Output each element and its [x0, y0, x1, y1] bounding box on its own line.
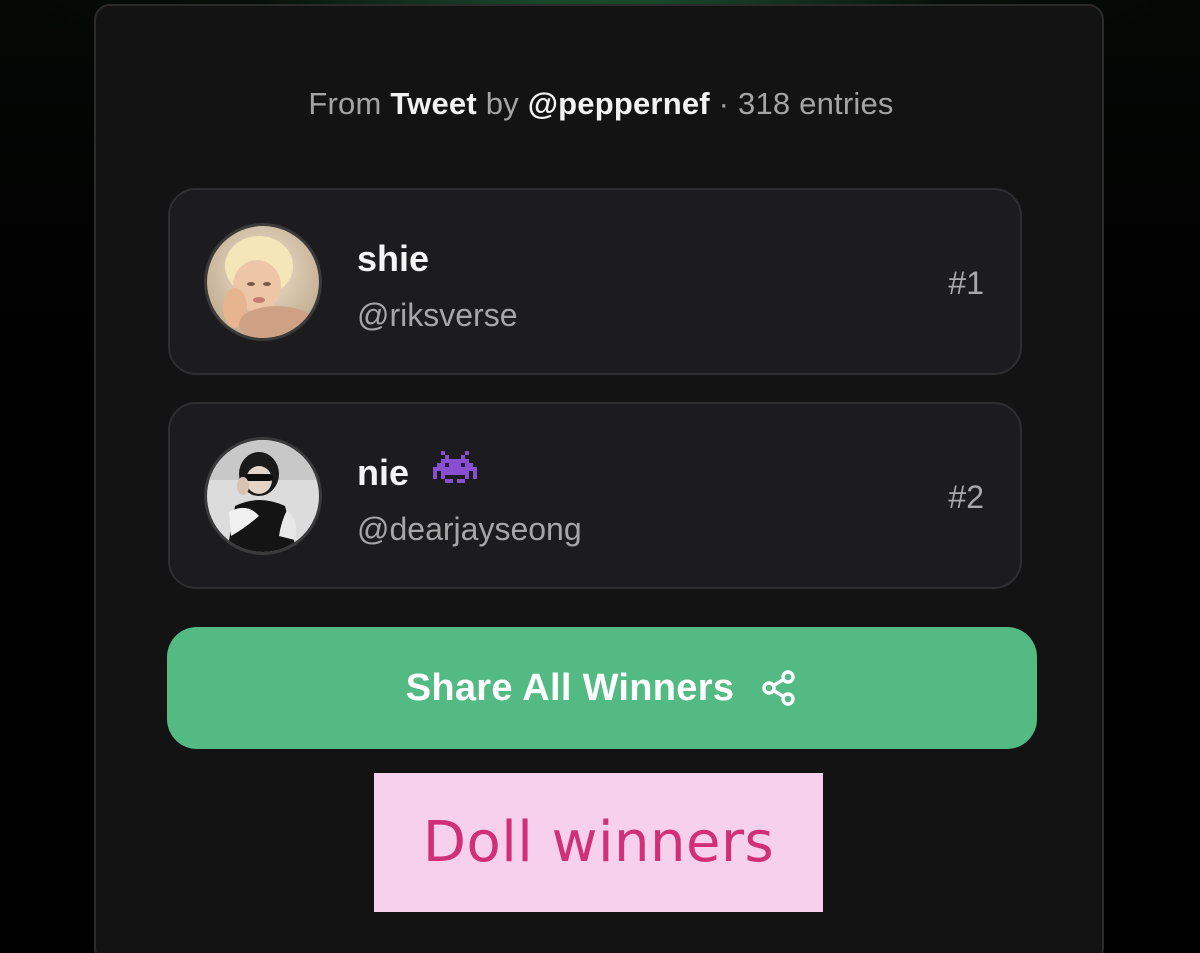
share-button-label: Share All Winners	[405, 666, 735, 709]
winner-name: nie	[357, 450, 478, 497]
alien-monster-icon	[433, 450, 478, 493]
author-link[interactable]: @peppernef	[528, 86, 710, 121]
avatar	[204, 437, 322, 555]
share-icon	[760, 669, 798, 707]
winner-handle[interactable]: @dearjayseong	[357, 511, 582, 548]
winner-rank: #2	[948, 479, 984, 515]
winner-rank: #1	[948, 265, 984, 301]
winner-name-text: shie	[357, 238, 430, 279]
from-label: From	[308, 86, 382, 121]
by-label: by	[485, 86, 519, 121]
source-line: From Tweet by @peppernef · 318 entries	[96, 86, 1106, 122]
share-all-winners-button[interactable]: Share All Winners	[167, 627, 1037, 749]
separator-dot: ·	[718, 86, 730, 121]
winner-name: shie	[357, 238, 429, 280]
caption-text: Doll winners	[422, 810, 775, 875]
avatar	[204, 223, 322, 341]
winner-row-2[interactable]: nie @dearjayseong #2	[168, 402, 1022, 589]
caption-overlay: Doll winners	[374, 773, 823, 912]
winner-handle[interactable]: @riksverse	[357, 297, 518, 334]
winner-row-1[interactable]: shie @riksverse #1	[168, 188, 1022, 375]
winner-name-text: nie	[357, 452, 410, 493]
source-type-link[interactable]: Tweet	[390, 86, 477, 121]
entries-count: 318 entries	[738, 86, 894, 121]
